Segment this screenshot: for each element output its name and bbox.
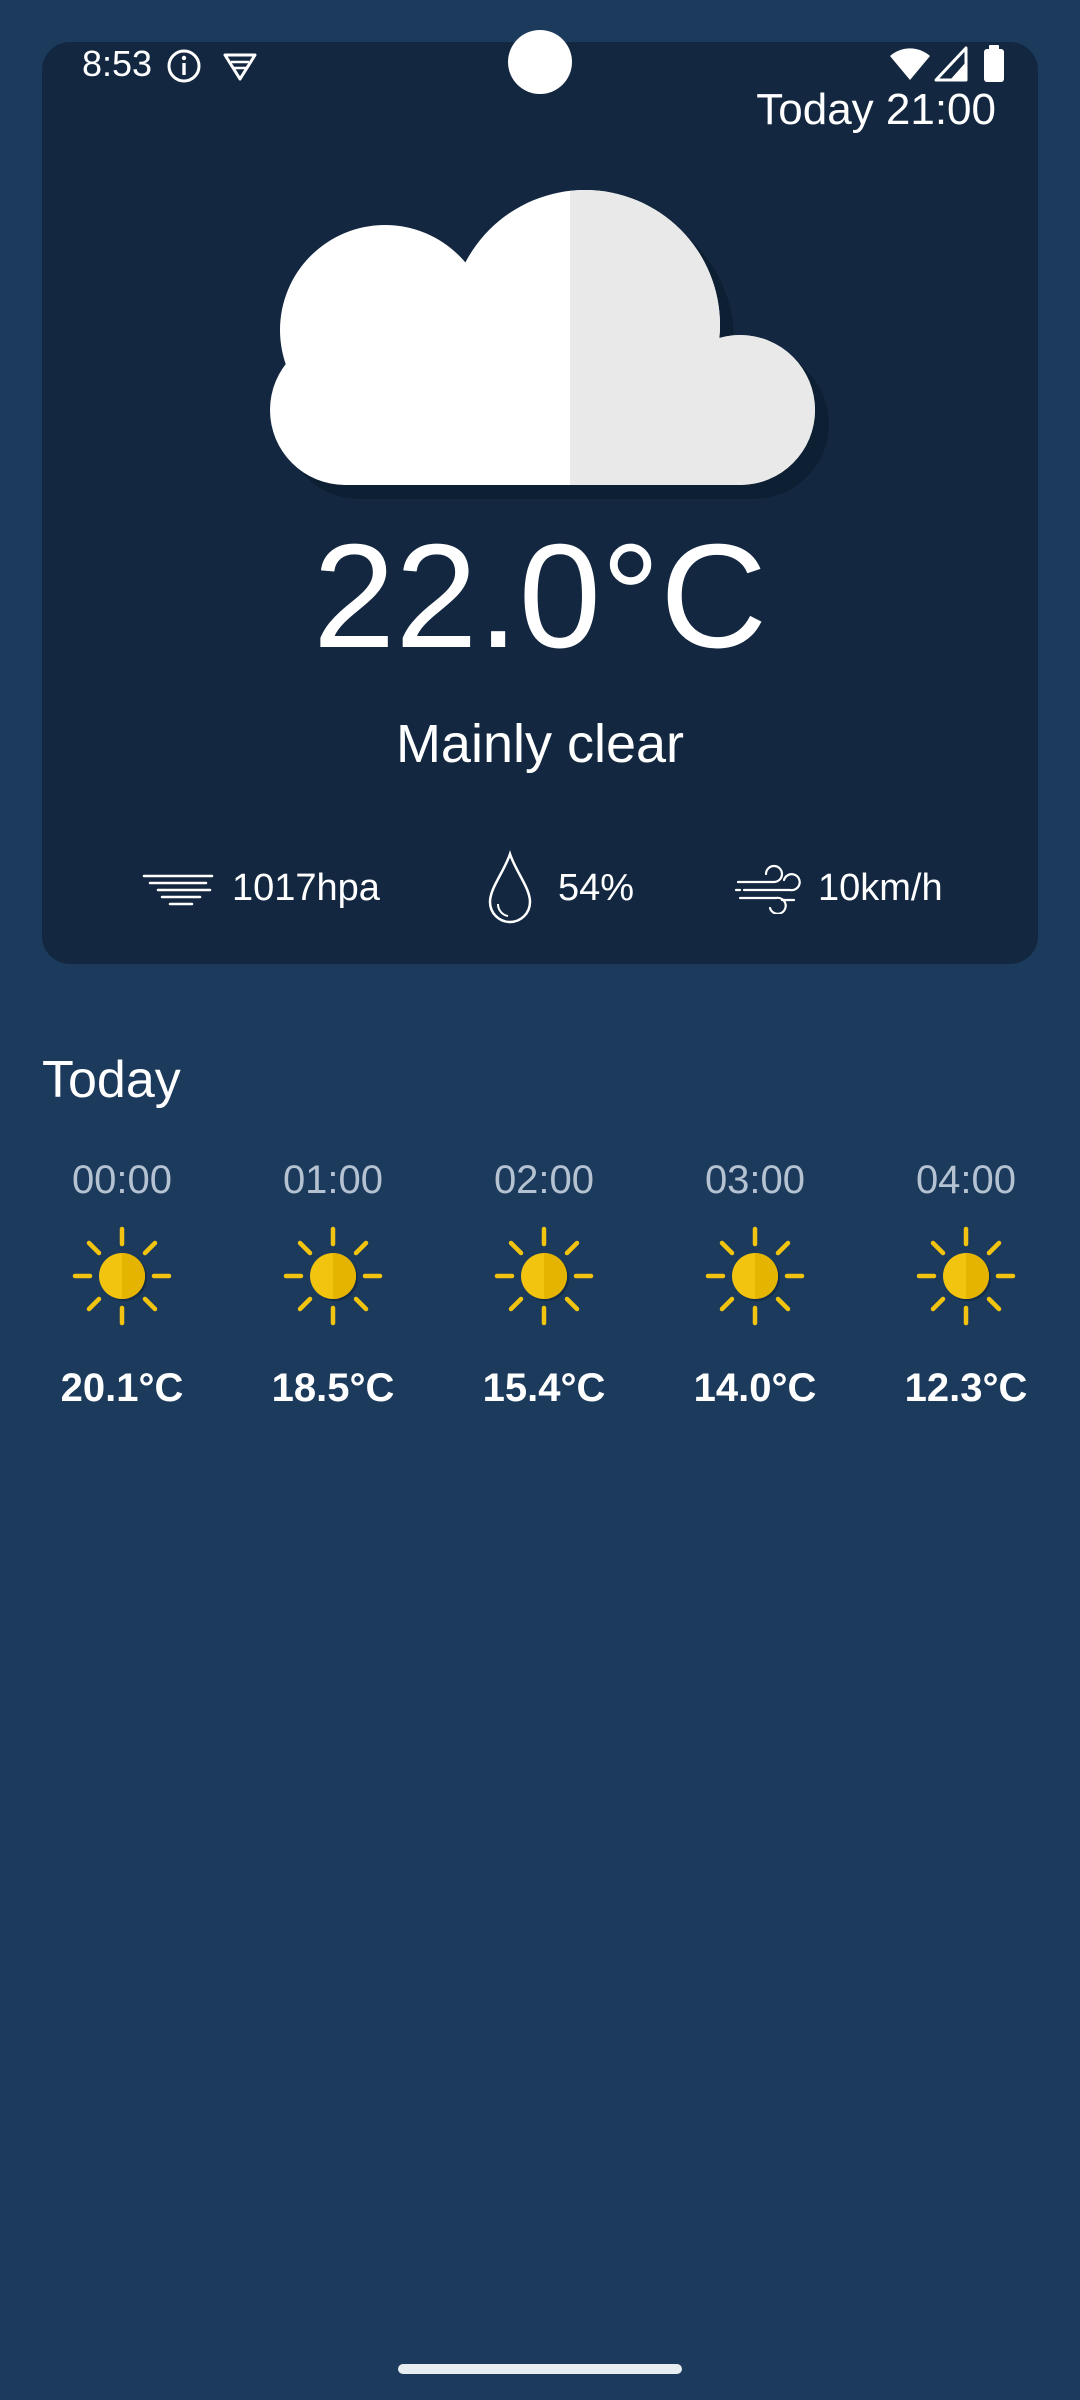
status-bar: 8:53 <box>0 0 1080 120</box>
hour-temperature: 14.0°C <box>693 1366 817 1410</box>
sun-icon <box>916 1226 1016 1326</box>
hour-time: 01:00 <box>282 1158 384 1202</box>
weather-screen: Today 21:00 22.0°C Mainly clear 1017hpa … <box>0 0 1080 2400</box>
water-drop-icon <box>488 850 532 924</box>
hour-temperature: 18.5°C <box>271 1366 395 1410</box>
hour-temperature: 20.1°C <box>60 1366 184 1410</box>
wind-stat: 10km/h <box>734 850 943 926</box>
hourly-forecast-item: 04:00 12.3°C <box>886 1140 1038 1440</box>
sun-icon <box>283 1226 383 1326</box>
wifi-icon <box>890 48 930 80</box>
humidity-value: 54% <box>558 866 635 909</box>
hourly-forecast-item: 02:00 15.4°C <box>464 1140 624 1440</box>
info-icon <box>167 49 201 83</box>
hourly-forecast-item: 01:00 18.5°C <box>253 1140 413 1440</box>
hourly-forecast-list[interactable]: 00:00 20.1°C 01:00 18.5°C 02:00 15.4°C 0… <box>42 1140 1038 1440</box>
battery-icon <box>984 45 1004 82</box>
home-indicator[interactable] <box>398 2364 682 2374</box>
hour-time: 02:00 <box>493 1158 595 1202</box>
cloud-icon <box>270 190 829 499</box>
hour-time: 03:00 <box>704 1158 806 1202</box>
wind-icon <box>734 864 801 914</box>
hour-temperature: 12.3°C <box>904 1366 1028 1410</box>
status-time: 8:53 <box>82 43 153 84</box>
hourly-forecast-item: 03:00 14.0°C <box>675 1140 835 1440</box>
pressure-stat: 1017hpa <box>140 850 380 926</box>
hour-temperature: 15.4°C <box>482 1366 606 1410</box>
weather-condition: Mainly clear <box>395 714 685 774</box>
today-section-title: Today <box>42 1051 181 1109</box>
pressure-icon <box>142 874 214 906</box>
humidity-stat: 54% <box>484 850 634 926</box>
hour-time: 00:00 <box>71 1158 173 1202</box>
current-weather-card: Today 21:00 22.0°C Mainly clear 1017hpa … <box>42 42 1038 964</box>
sun-icon <box>72 1226 172 1326</box>
vpn-shield-icon <box>223 53 257 81</box>
pressure-value: 1017hpa <box>232 866 380 909</box>
wind-value: 10km/h <box>818 866 943 909</box>
cellular-signal-icon <box>934 46 968 82</box>
sun-icon <box>705 1226 805 1326</box>
hourly-forecast-item: 00:00 20.1°C <box>42 1140 202 1440</box>
current-temperature: 22.0°C <box>312 514 768 679</box>
hour-time: 04:00 <box>915 1158 1017 1202</box>
camera-cutout <box>508 30 572 94</box>
sun-icon <box>494 1226 594 1326</box>
